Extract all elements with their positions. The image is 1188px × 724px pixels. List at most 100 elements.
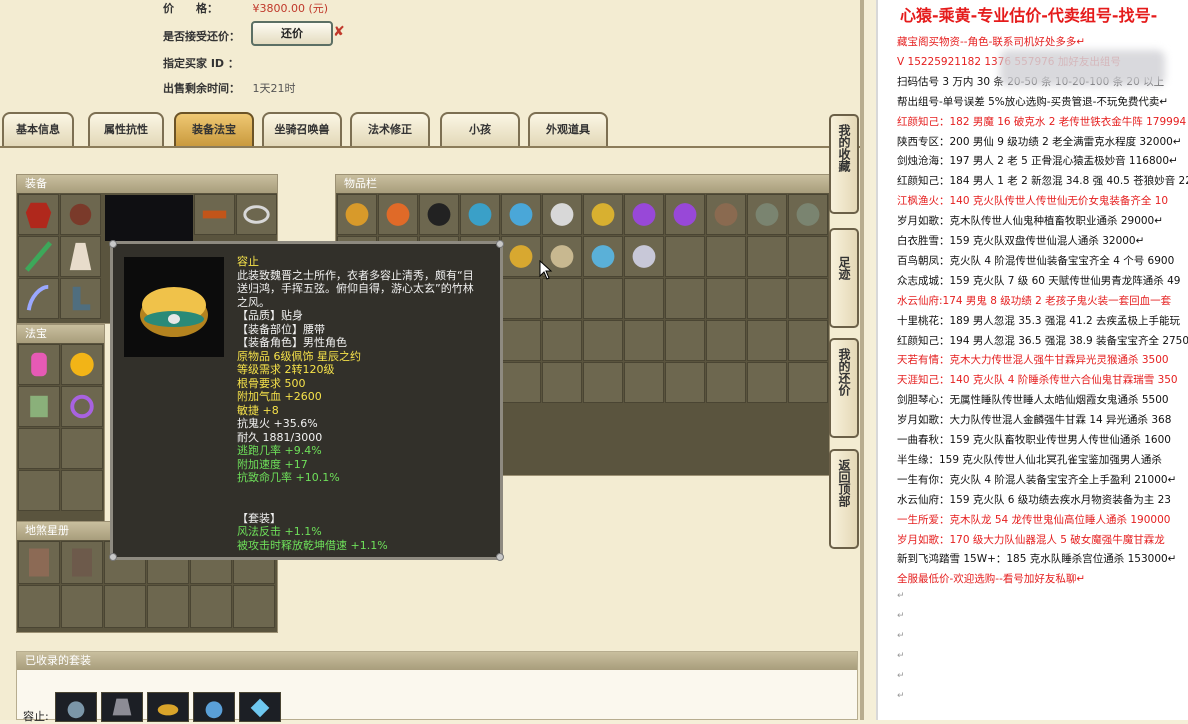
empty-slot[interactable] <box>61 428 103 469</box>
empty-slot[interactable] <box>233 585 275 628</box>
empty-slot[interactable] <box>788 320 828 361</box>
boot-icon <box>386 203 410 226</box>
inventory-item-slot[interactable] <box>460 194 500 235</box>
empty-slot[interactable] <box>624 362 664 403</box>
empty-slot[interactable] <box>624 278 664 319</box>
necklace-slot[interactable] <box>236 194 277 235</box>
set-item-slot[interactable] <box>101 692 143 722</box>
empty-slot[interactable] <box>583 278 623 319</box>
counter-offer-label: 是否接受还价： <box>163 30 240 43</box>
inventory-item-slot[interactable] <box>542 194 582 235</box>
fabao-slot[interactable] <box>61 344 103 385</box>
sidebar-footprints[interactable]: 足迹 <box>829 228 859 328</box>
empty-slot[interactable] <box>104 585 146 628</box>
empty-slot[interactable] <box>583 362 623 403</box>
fabao-slot[interactable] <box>18 386 60 427</box>
equipment-header: 装备 <box>17 175 277 193</box>
empty-slot[interactable] <box>18 428 60 469</box>
sidebar-my-offers[interactable]: 我的还价 <box>829 338 859 438</box>
fabao-slot[interactable] <box>18 344 60 385</box>
empty-slot[interactable] <box>747 236 787 277</box>
sidebar-back-to-top[interactable]: 返回顶部 <box>829 449 859 549</box>
empty-slot[interactable] <box>190 585 232 628</box>
inventory-item-slot[interactable] <box>706 194 746 235</box>
empty-slot[interactable] <box>706 236 746 277</box>
tab-attributes[interactable]: 属性抗性 <box>88 112 164 146</box>
empty-slot[interactable] <box>624 320 664 361</box>
empty-slot[interactable] <box>706 320 746 361</box>
empty-slot[interactable] <box>788 236 828 277</box>
tab-child[interactable]: 小孩 <box>440 112 520 146</box>
text-document[interactable]: 心猿-乘黄-专业估价-代卖组号-找号- 藏宝阁买物资--角色-联系司机好处多多↵… <box>876 0 1188 720</box>
document-line: 天涯知己：140 克火队 4 阶睡杀传世六合仙鬼甘霖瑞雪 350 <box>897 374 1178 387</box>
document-line: 众志成城：159 克火队 7 级 60 天赋传世仙男青龙阵通杀 49 <box>897 274 1181 287</box>
document-line: 岁月如歌：大力队传世混人金麟强牛甘霖 14 异光通杀 368 <box>897 414 1172 427</box>
item-description-line: 送归鸿，手挥五弦。俯仰自得，游心太玄”的竹林 <box>237 282 474 295</box>
item-stat: 耐久 1881/3000 <box>237 430 323 444</box>
tab-bar: 基本信息 属性抗性 装备法宝 坐骑召唤兽 法术修正 小孩 外观道具 <box>0 112 860 148</box>
scroll-track[interactable] <box>860 0 864 720</box>
inventory-item-slot[interactable] <box>747 194 787 235</box>
set-item-slot[interactable] <box>239 692 281 722</box>
inventory-item-slot[interactable] <box>419 194 459 235</box>
empty-slot[interactable] <box>501 320 541 361</box>
inventory-item-slot[interactable] <box>665 194 705 235</box>
empty-slot[interactable] <box>747 320 787 361</box>
tab-spell-mods[interactable]: 法术修正 <box>350 112 430 146</box>
armor-slot[interactable] <box>18 194 59 235</box>
empty-slot[interactable] <box>542 362 582 403</box>
set-item-slot[interactable] <box>55 692 97 722</box>
inventory-item-slot[interactable] <box>583 236 623 277</box>
armor-icon <box>714 203 738 226</box>
empty-slot[interactable] <box>147 585 189 628</box>
necklace-icon <box>243 205 270 224</box>
empty-slot[interactable] <box>788 278 828 319</box>
necklace-icon <box>427 203 451 226</box>
garment-slot[interactable] <box>60 236 101 277</box>
empty-slot[interactable] <box>665 362 705 403</box>
empty-slot[interactable] <box>542 278 582 319</box>
inventory-item-slot[interactable] <box>788 194 828 235</box>
tab-equipment[interactable]: 装备法宝 <box>174 112 254 146</box>
empty-slot[interactable] <box>665 320 705 361</box>
sidebar-favorites[interactable]: 我的收藏 <box>829 114 859 214</box>
set-item-slot[interactable] <box>147 692 189 722</box>
weapon-slot[interactable] <box>18 236 59 277</box>
empty-slot[interactable] <box>542 320 582 361</box>
inventory-item-slot[interactable] <box>583 194 623 235</box>
boots-slot[interactable] <box>60 278 101 319</box>
empty-slot[interactable] <box>706 362 746 403</box>
fabao-slot[interactable] <box>61 386 103 427</box>
empty-slot[interactable] <box>665 236 705 277</box>
document-line: 江枫渔火：140 克火队传世人传世仙无价女鬼装备齐全 10 <box>897 195 1169 208</box>
empty-slot[interactable] <box>61 470 103 511</box>
tab-basic-info[interactable]: 基本信息 <box>2 112 74 146</box>
tab-appearance[interactable]: 外观道具 <box>528 112 608 146</box>
counter-offer-button[interactable]: 还价 <box>251 21 333 46</box>
accessory-slot[interactable] <box>18 278 59 319</box>
empty-slot[interactable] <box>61 585 103 628</box>
empty-slot[interactable] <box>788 362 828 403</box>
inventory-item-slot[interactable] <box>624 236 664 277</box>
inventory-item-slot[interactable] <box>378 194 418 235</box>
dishu-slot[interactable] <box>18 541 60 584</box>
empty-slot[interactable] <box>501 278 541 319</box>
helmet-slot[interactable] <box>60 194 101 235</box>
empty-slot[interactable] <box>18 470 60 511</box>
inventory-item-slot[interactable] <box>501 194 541 235</box>
belt-slot[interactable] <box>194 194 235 235</box>
set-item-slot[interactable] <box>193 692 235 722</box>
empty-slot[interactable] <box>747 362 787 403</box>
empty-slot[interactable] <box>665 278 705 319</box>
empty-slot[interactable] <box>18 585 60 628</box>
inventory-item-slot[interactable] <box>337 194 377 235</box>
empty-slot[interactable] <box>706 278 746 319</box>
dishu-slot[interactable] <box>61 541 103 584</box>
empty-slot[interactable] <box>747 278 787 319</box>
empty-slot[interactable] <box>583 320 623 361</box>
tab-mounts-pets[interactable]: 坐骑召唤兽 <box>262 112 342 146</box>
item-stat: 附加速度 +17 <box>237 457 308 471</box>
empty-slot[interactable] <box>501 362 541 403</box>
inventory-item-slot[interactable] <box>624 194 664 235</box>
inventory-item-slot[interactable] <box>501 236 541 277</box>
